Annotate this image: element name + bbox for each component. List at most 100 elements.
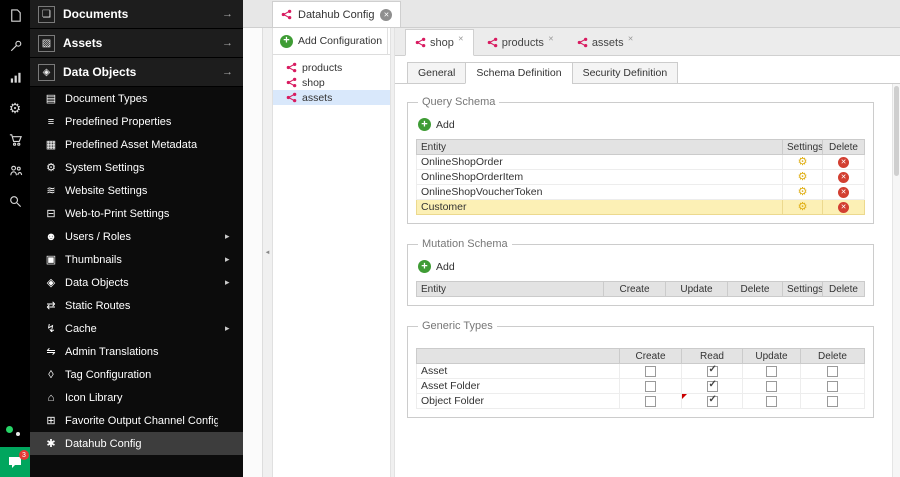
chart-icon[interactable] bbox=[7, 69, 23, 85]
mutation-schema-add-button[interactable]: Add bbox=[418, 260, 455, 273]
sidebar-item-icon-library[interactable]: ⌂ Icon Library bbox=[30, 386, 243, 409]
cart-icon[interactable] bbox=[7, 131, 23, 147]
panel-collapse-handle[interactable] bbox=[262, 28, 272, 477]
document-types-icon: ▤ bbox=[45, 93, 57, 105]
dirty-cell bbox=[681, 393, 743, 409]
configuration-tree: products shop assets bbox=[273, 55, 390, 105]
sidebar-item-predefined-asset-metadata[interactable]: ▦ Predefined Asset Metadata bbox=[30, 133, 243, 156]
status-dot-green bbox=[6, 426, 13, 433]
sidebar-item-predefined-properties[interactable]: ≡ Predefined Properties bbox=[30, 110, 243, 133]
table-row: OnlineShopVoucherToken bbox=[416, 184, 865, 200]
add-configuration-button[interactable]: Add Configuration bbox=[298, 35, 382, 47]
fieldset-legend: Query Schema bbox=[422, 96, 496, 108]
scrollbar-thumb[interactable] bbox=[894, 86, 899, 176]
tab-label: shop bbox=[430, 36, 454, 49]
sidebar-item-thumbnails[interactable]: ▣ Thumbnails bbox=[30, 248, 243, 271]
chevron-right-icon bbox=[225, 277, 233, 288]
read-checkbox[interactable] bbox=[706, 365, 718, 377]
close-icon[interactable] bbox=[380, 8, 393, 21]
delete-icon[interactable] bbox=[838, 186, 849, 198]
tab-products[interactable]: products bbox=[477, 29, 564, 56]
column-header: Update bbox=[665, 281, 728, 297]
tree-item-label: products bbox=[302, 61, 343, 74]
close-icon[interactable] bbox=[628, 35, 634, 43]
query-schema-add-button[interactable]: Add bbox=[418, 118, 455, 131]
data-objects-icon: ◈ bbox=[38, 63, 55, 81]
open-tabs-bar: Datahub Config bbox=[243, 0, 900, 28]
menu-section-assets[interactable]: ▨ Assets bbox=[30, 29, 243, 58]
chevron-right-icon bbox=[225, 254, 233, 265]
table-row: OnlineShopOrderItem bbox=[416, 169, 865, 185]
type-name-cell: Asset Folder bbox=[416, 378, 620, 394]
gear-icon[interactable]: ⚙ bbox=[7, 100, 23, 116]
settings-gear-icon[interactable] bbox=[798, 156, 808, 168]
generic-types-fieldset: Generic Types Create Read Update Delete … bbox=[407, 320, 874, 418]
close-icon[interactable] bbox=[458, 35, 464, 43]
update-checkbox[interactable] bbox=[766, 395, 777, 407]
sidebar-item-datahub-config[interactable]: ✱ Datahub Config bbox=[30, 432, 243, 455]
library-icon: ⌂ bbox=[47, 391, 55, 404]
file-icon[interactable] bbox=[7, 7, 23, 23]
sidebar-item-users-roles[interactable]: ☻ Users / Roles bbox=[30, 225, 243, 248]
update-checkbox[interactable] bbox=[766, 365, 777, 377]
sidebar-item-web-to-print-settings[interactable]: ⊟ Web-to-Print Settings bbox=[30, 202, 243, 225]
delete-icon[interactable] bbox=[838, 201, 849, 213]
documents-icon: ❏ bbox=[38, 5, 55, 23]
add-icon bbox=[280, 34, 293, 48]
sidebar-item-website-settings[interactable]: ≋ Website Settings bbox=[30, 179, 243, 202]
menu-section-documents[interactable]: ❏ Documents bbox=[30, 0, 243, 29]
settings-gear-icon[interactable] bbox=[798, 201, 808, 213]
tab-security-definition[interactable]: Security Definition bbox=[571, 62, 679, 84]
column-header: Entity bbox=[416, 139, 783, 155]
tab-shop[interactable]: shop bbox=[405, 29, 474, 56]
mutation-schema-table: Entity Create Update Delete Settings Del… bbox=[416, 281, 865, 297]
create-checkbox[interactable] bbox=[645, 365, 656, 377]
column-header: Settings bbox=[782, 139, 823, 155]
tree-item-products[interactable]: products bbox=[273, 60, 390, 75]
tag-icon: ◊ bbox=[48, 368, 54, 381]
tools-icon[interactable] bbox=[7, 38, 23, 54]
read-checkbox[interactable] bbox=[706, 380, 718, 392]
sidebar-item-cache[interactable]: ↯ Cache bbox=[30, 317, 243, 340]
update-checkbox[interactable] bbox=[766, 380, 777, 392]
chat-button[interactable]: 3 bbox=[0, 447, 30, 477]
sidebar-item-static-routes[interactable]: ⇄ Static Routes bbox=[30, 294, 243, 317]
close-icon[interactable] bbox=[548, 35, 554, 43]
create-checkbox[interactable] bbox=[645, 380, 656, 392]
sidebar-item-favorite-output-channel-configurations[interactable]: ⊞ Favorite Output Channel Configurations bbox=[30, 409, 243, 432]
entity-cell: OnlineShopVoucherToken bbox=[416, 184, 783, 200]
delete-checkbox[interactable] bbox=[827, 365, 838, 377]
gear-icon: ⚙ bbox=[46, 162, 56, 174]
tree-item-assets[interactable]: assets bbox=[273, 90, 390, 105]
delete-checkbox[interactable] bbox=[827, 395, 838, 407]
delete-checkbox[interactable] bbox=[827, 380, 838, 392]
users-icon[interactable] bbox=[7, 162, 23, 178]
sidebar-item-data-objects[interactable]: ◈ Data Objects bbox=[30, 271, 243, 294]
sidebar-item-admin-translations[interactable]: ⇋ Admin Translations bbox=[30, 340, 243, 363]
table-header-row: Entity Settings Delete bbox=[416, 139, 865, 155]
sidebar-item-tag-configuration[interactable]: ◊ Tag Configuration bbox=[30, 363, 243, 386]
application-window: ⚙ 3 ❏ Documents ▨ Assets ◈ Data bbox=[0, 0, 900, 477]
tab-assets[interactable]: assets bbox=[567, 29, 644, 56]
create-checkbox[interactable] bbox=[645, 395, 656, 407]
delete-icon[interactable] bbox=[838, 156, 849, 168]
sidebar-item-document-types[interactable]: ▤ Document Types bbox=[30, 87, 243, 110]
sidebar-item-system-settings[interactable]: ⚙ System Settings bbox=[30, 156, 243, 179]
tab-label: Datahub Config bbox=[298, 8, 375, 21]
tree-item-shop[interactable]: shop bbox=[273, 75, 390, 90]
entity-cell: OnlineShopOrder bbox=[416, 154, 783, 170]
read-checkbox[interactable] bbox=[706, 395, 718, 407]
tab-schema-definition[interactable]: Schema Definition bbox=[465, 62, 573, 84]
settings-gear-icon[interactable] bbox=[798, 171, 808, 183]
delete-icon[interactable] bbox=[838, 171, 849, 183]
menu-section-data-objects[interactable]: ◈ Data Objects bbox=[30, 58, 243, 87]
tab-datahub-config[interactable]: Datahub Config bbox=[272, 1, 402, 27]
datahub-icon bbox=[281, 9, 292, 20]
vertical-scrollbar[interactable] bbox=[892, 84, 900, 477]
search-icon[interactable] bbox=[7, 193, 23, 209]
fieldset-legend: Generic Types bbox=[422, 320, 493, 332]
notification-badge: 3 bbox=[19, 450, 29, 460]
settings-gear-icon[interactable] bbox=[798, 186, 808, 198]
tab-general[interactable]: General bbox=[407, 62, 467, 84]
column-header: Read bbox=[681, 348, 743, 364]
